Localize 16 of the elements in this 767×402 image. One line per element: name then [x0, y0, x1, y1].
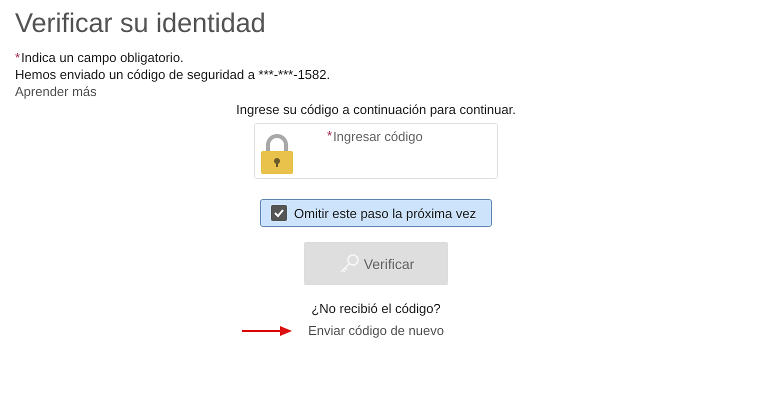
no-code-question: ¿No recibió el código? — [311, 301, 441, 316]
padlock-icon — [260, 134, 294, 174]
required-note: Indica un campo obligatorio. — [21, 50, 184, 65]
instruction-text: Ingrese su código a continuación para continuar. — [236, 102, 516, 117]
check-icon — [273, 207, 285, 219]
checkbox[interactable] — [271, 205, 287, 221]
required-mark: * — [15, 50, 20, 65]
key-icon — [338, 252, 360, 274]
page-title: Verificar su identidad — [15, 8, 267, 39]
learn-more-link[interactable]: Aprender más — [15, 84, 97, 99]
arrow-icon — [242, 326, 292, 336]
skip-checkbox[interactable]: Omitir este paso la próxima vez — [260, 199, 492, 227]
code-input[interactable]: Ingresar código — [333, 128, 474, 144]
sent-message: Hemos enviado un código de seguridad a ***-***-1582. — [15, 67, 330, 82]
required-mark: * — [327, 128, 332, 143]
resend-link[interactable]: Enviar código de nuevo — [308, 323, 444, 338]
